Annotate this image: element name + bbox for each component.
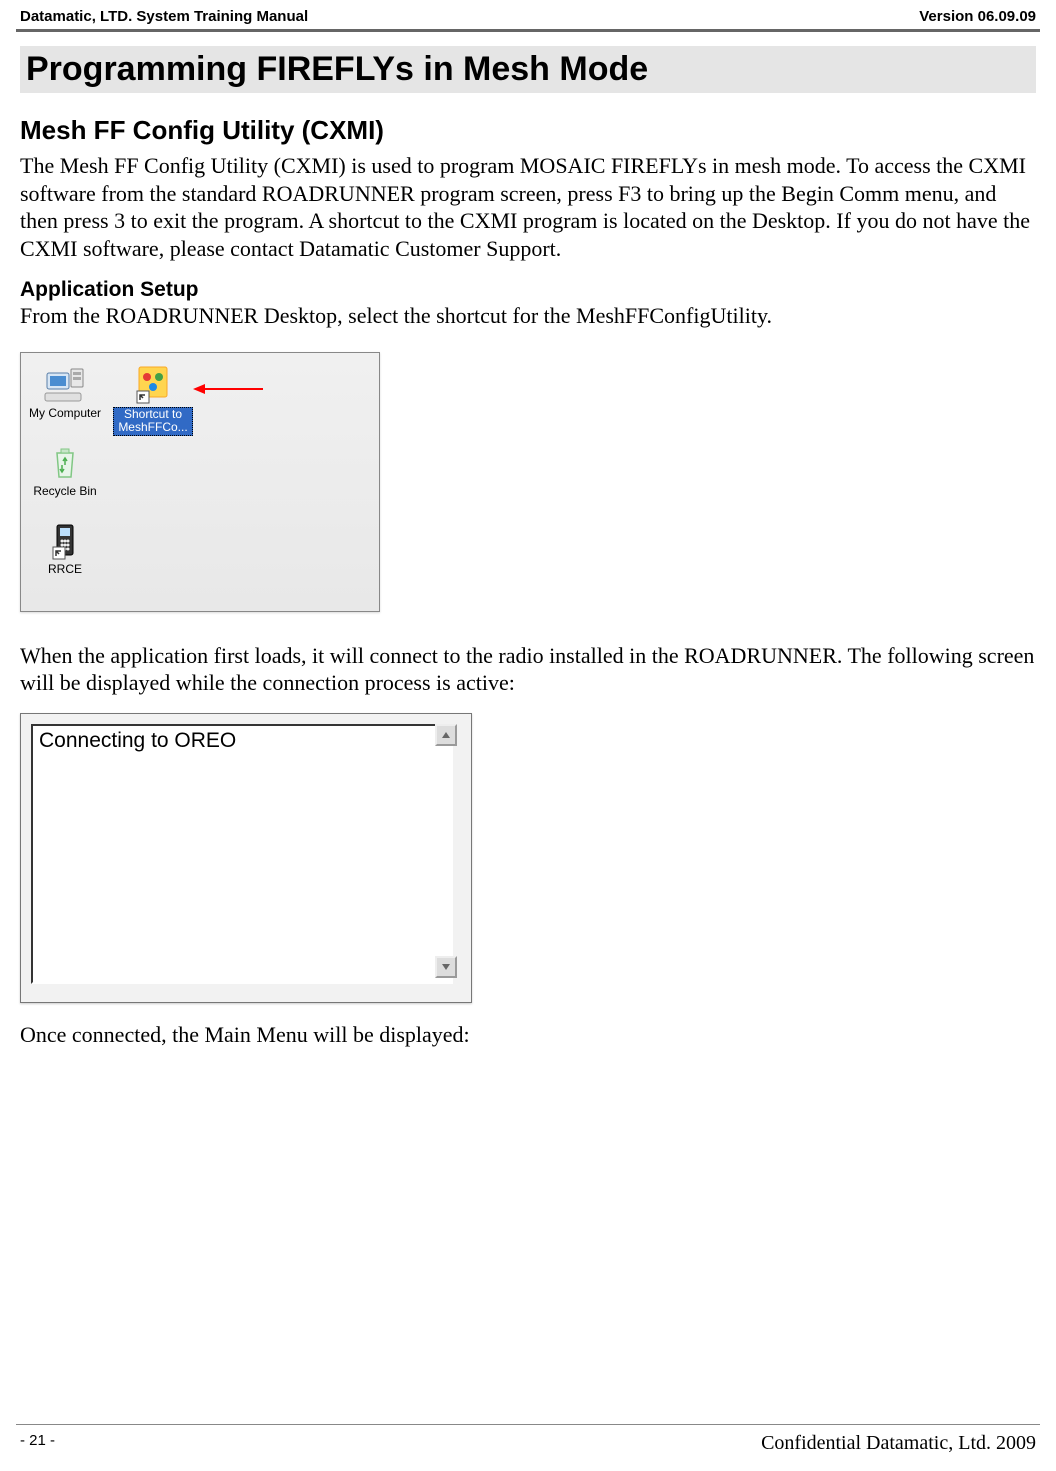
connecting-screenshot: Connecting to OREO xyxy=(20,713,472,1003)
header-left: Datamatic, LTD. System Training Manual xyxy=(20,8,308,25)
connecting-textarea: Connecting to OREO xyxy=(31,724,453,984)
header-right: Version 06.09.09 xyxy=(919,8,1036,25)
computer-icon xyxy=(43,365,87,405)
page-number: - 21 - xyxy=(20,1432,55,1455)
section-heading: Application Setup xyxy=(20,278,1036,302)
desktop-screenshot: My Computer Shortcut to MeshFFCo... xyxy=(20,352,380,612)
footer-confidential: Confidential Datamatic, Ltd. 2009 xyxy=(761,1432,1036,1455)
connecting-paragraph: When the application first loads, it wil… xyxy=(20,642,1036,697)
rrce-icon-image xyxy=(43,521,87,561)
recycle-bin-label: Recycle Bin xyxy=(32,485,97,499)
intro-paragraph: The Mesh FF Config Utility (CXMI) is use… xyxy=(20,152,1036,262)
setup-paragraph: From the ROADRUNNER Desktop, select the … xyxy=(20,302,1036,330)
rrce-icon[interactable]: RRCE xyxy=(25,521,105,577)
recycle-bin-icon[interactable]: Recycle Bin xyxy=(25,443,105,499)
rrce-label: RRCE xyxy=(47,563,83,577)
header-divider xyxy=(16,29,1040,32)
sub-heading: Mesh FF Config Utility (CXMI) xyxy=(20,115,1036,146)
shortcut-label: Shortcut to MeshFFCo... xyxy=(113,407,193,437)
connected-paragraph: Once connected, the Main Menu will be di… xyxy=(20,1021,1036,1049)
my-computer-label: My Computer xyxy=(28,407,102,421)
my-computer-icon[interactable]: My Computer xyxy=(25,365,105,421)
main-heading: Programming FIREFLYs in Mesh Mode xyxy=(20,46,1036,93)
page-content: Programming FIREFLYs in Mesh Mode Mesh F… xyxy=(0,46,1056,1048)
shortcut-meshffco-icon[interactable]: Shortcut to MeshFFCo... xyxy=(113,365,193,437)
connecting-text: Connecting to OREO xyxy=(33,726,451,756)
recycle-icon-image xyxy=(43,443,87,483)
footer-divider xyxy=(16,1424,1040,1425)
page-header: Datamatic, LTD. System Training Manual V… xyxy=(0,0,1056,29)
shortcut-icon-image xyxy=(131,365,175,405)
scroll-down-button[interactable] xyxy=(435,956,457,978)
page-footer: - 21 - Confidential Datamatic, Ltd. 2009 xyxy=(20,1432,1036,1455)
red-arrow-annotation xyxy=(193,383,263,403)
scroll-up-button[interactable] xyxy=(435,724,457,746)
